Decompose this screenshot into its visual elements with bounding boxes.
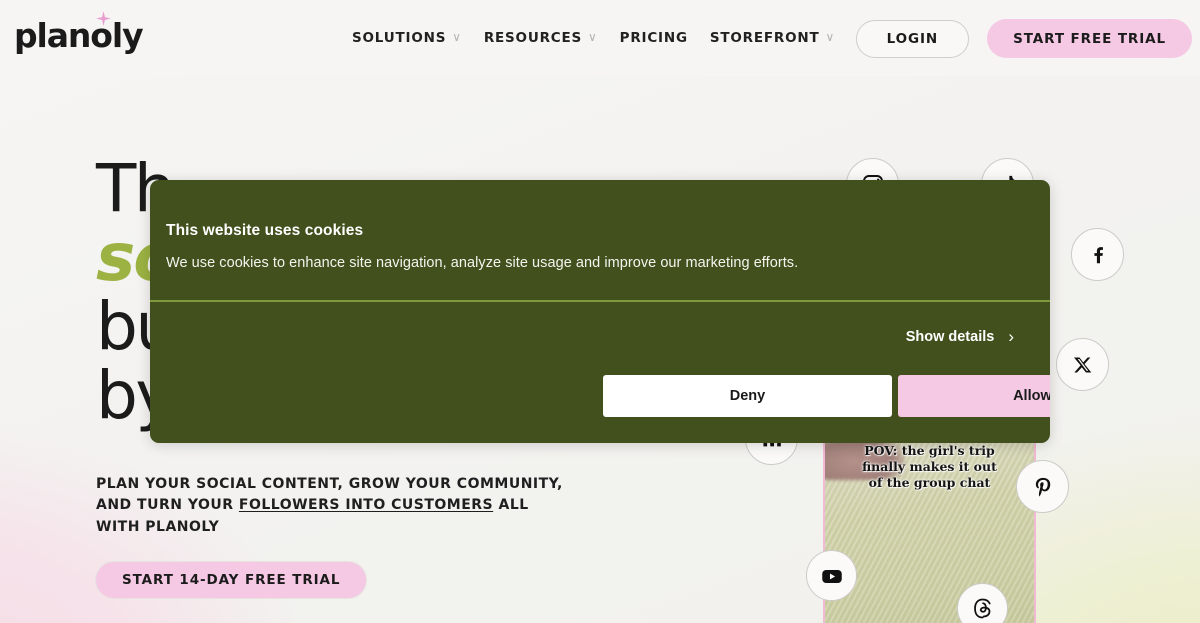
- start-free-trial-button[interactable]: START FREE TRIAL: [987, 19, 1192, 58]
- nav-label-pricing: PRICING: [619, 30, 688, 46]
- login-button[interactable]: LOGIN: [855, 19, 970, 58]
- cookie-banner-description: We use cookies to enhance site navigatio…: [166, 255, 799, 271]
- start-free-trial-label: START FREE TRIAL: [1013, 30, 1166, 47]
- nav-item-storefront[interactable]: STOREFRONT ∨: [710, 30, 835, 46]
- logo-text: planoly: [14, 16, 144, 55]
- site-header: planoly SOLUTIONS ∨ RESOURCES ∨ PRICING …: [0, 0, 1200, 76]
- start-free-trial-cta-button[interactable]: START 14-DAY FREE TRIAL: [95, 561, 368, 599]
- nav-item-pricing[interactable]: PRICING: [620, 30, 688, 46]
- pinterest-icon[interactable]: [1016, 460, 1069, 513]
- cookie-banner-title: This website uses cookies: [166, 222, 364, 239]
- hero-subheading: PLAN YOUR SOCIAL CONTENT, GROW YOUR COMM…: [96, 474, 566, 538]
- chevron-right-icon: ›: [1008, 327, 1014, 346]
- youtube-icon[interactable]: [806, 550, 857, 601]
- nav-label-storefront: STOREFRONT: [709, 30, 820, 46]
- cookie-banner-text: This website uses cookies We use cookies…: [150, 180, 1050, 271]
- show-details-link[interactable]: Show details ›: [906, 328, 1014, 345]
- card-caption-line-1: POV: the girl's trip: [864, 443, 995, 458]
- nav-item-resources[interactable]: RESOURCES ∨: [484, 30, 598, 46]
- cookie-banner-actions: Deny Allow all: [603, 375, 1050, 417]
- hero-cta-label: START 14-DAY FREE TRIAL: [122, 572, 341, 588]
- cookie-banner-divider: [150, 300, 1050, 302]
- nav-label-solutions: SOLUTIONS: [352, 30, 447, 46]
- card-caption-line-2: finally makes it out: [862, 459, 997, 474]
- allow-all-cookies-button[interactable]: Allow all: [898, 375, 1050, 417]
- show-details-label: Show details: [905, 328, 995, 345]
- deny-cookies-button[interactable]: Deny: [603, 375, 892, 417]
- main-navigation: SOLUTIONS ∨ RESOURCES ∨ PRICING STOREFRO…: [352, 0, 929, 76]
- facebook-icon[interactable]: [1071, 228, 1124, 281]
- login-label: LOGIN: [886, 30, 939, 47]
- card-caption: POV: the girl's trip finally makes it ou…: [825, 443, 1034, 491]
- page-root: Th so bu by PLAN YOUR SOCIAL CONTENT, GR…: [0, 0, 1200, 623]
- x-icon[interactable]: [1056, 338, 1109, 391]
- nav-label-resources: RESOURCES: [483, 30, 583, 46]
- deny-label: Deny: [729, 388, 766, 404]
- card-caption-line-3: of the group chat: [868, 475, 991, 490]
- chevron-down-icon: ∨: [452, 30, 462, 44]
- header-actions: LOGIN START FREE TRIAL: [855, 19, 1192, 58]
- nav-item-solutions[interactable]: SOLUTIONS ∨: [352, 30, 462, 46]
- allow-all-label: Allow all: [1013, 388, 1050, 404]
- chevron-down-icon: ∨: [825, 30, 836, 44]
- subheading-underlined: FOLLOWERS INTO CUSTOMERS: [238, 497, 494, 514]
- cookie-consent-banner: This website uses cookies We use cookies…: [150, 180, 1050, 443]
- logo[interactable]: planoly: [14, 11, 144, 55]
- sparkle-icon: [96, 11, 111, 26]
- chevron-down-icon: ∨: [588, 30, 598, 44]
